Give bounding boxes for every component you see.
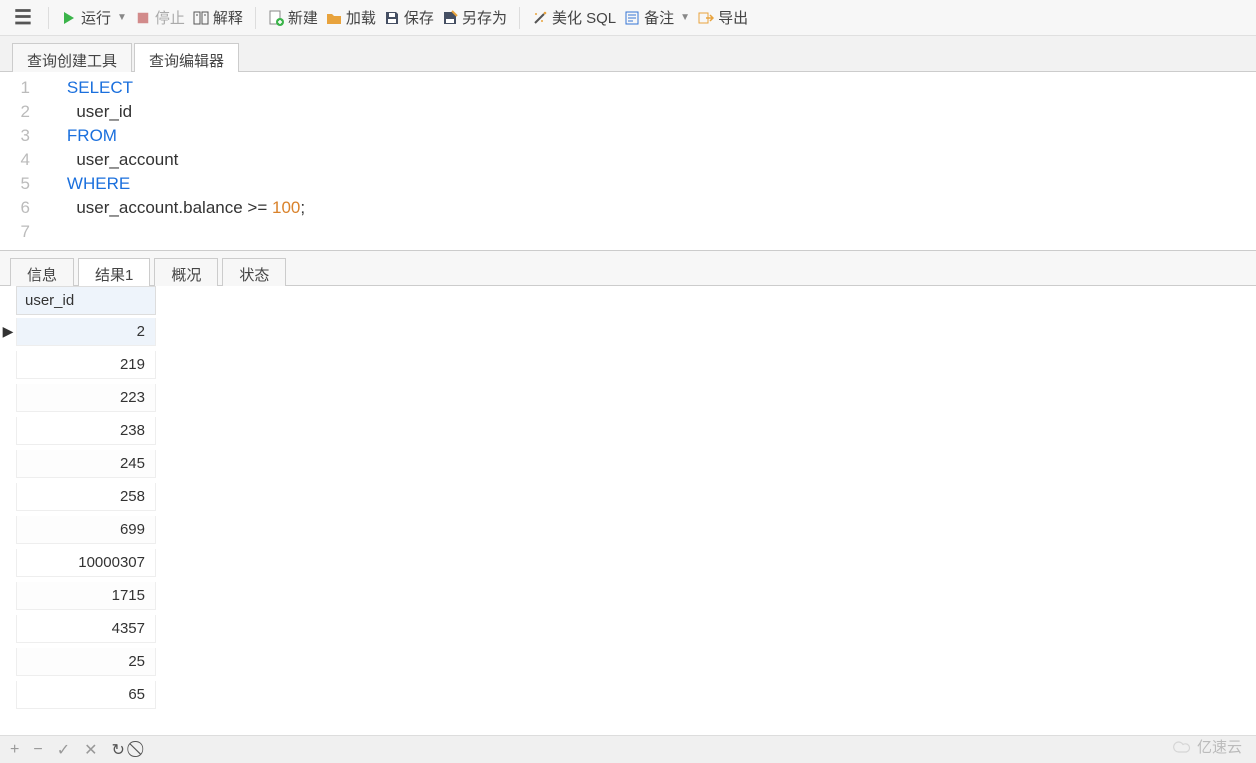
cell-user-id[interactable]: 219	[16, 351, 156, 379]
export-icon	[698, 10, 714, 26]
table-row[interactable]: 65	[0, 678, 1256, 711]
new-icon	[268, 10, 284, 26]
top-tabs: 查询创建工具 查询编辑器	[0, 36, 1256, 72]
grid-toolbar: + − ✓ ✕ ↻ ⃠	[0, 735, 1256, 763]
save-as-icon	[442, 10, 458, 26]
cell-user-id[interactable]: 1715	[16, 582, 156, 610]
notes-icon	[624, 10, 640, 26]
apply-icon[interactable]: ✓	[57, 740, 70, 760]
beautify-label: 美化 SQL	[552, 7, 616, 28]
tab-query-editor[interactable]: 查询编辑器	[134, 43, 239, 72]
save-icon	[384, 10, 400, 26]
table-row[interactable]: 699	[0, 513, 1256, 546]
table-row[interactable]: 1715	[0, 579, 1256, 612]
load-label: 加载	[346, 7, 376, 28]
table-row[interactable]: ▶2	[0, 315, 1256, 348]
caret-down-icon: ▼	[117, 12, 127, 23]
cancel-icon[interactable]: ✕	[84, 740, 97, 760]
tab-status[interactable]: 状态	[222, 258, 286, 286]
explain-icon	[193, 10, 209, 26]
cell-user-id[interactable]: 223	[16, 384, 156, 412]
cell-user-id[interactable]: 65	[16, 681, 156, 709]
table-row[interactable]: 245	[0, 447, 1256, 480]
column-header-user-id[interactable]: user_id	[16, 286, 156, 315]
explain-button[interactable]: 解释	[189, 5, 247, 30]
notes-button[interactable]: 备注 ▼	[620, 5, 694, 30]
stop-icon	[135, 10, 151, 26]
add-row-icon[interactable]: +	[10, 741, 19, 759]
cell-user-id[interactable]: 4357	[16, 615, 156, 643]
stop-button[interactable]: 停止	[131, 5, 189, 30]
wand-icon	[532, 10, 548, 26]
sql-editor[interactable]: 1 2 3 4 5 6 7 SELECT user_id FROM user_a…	[0, 72, 1256, 250]
explain-label: 解释	[213, 7, 243, 28]
beautify-button[interactable]: 美化 SQL	[528, 5, 620, 30]
save-label: 保存	[404, 7, 434, 28]
export-label: 导出	[718, 7, 748, 28]
new-button[interactable]: 新建	[264, 5, 322, 30]
line-gutter: 1 2 3 4 5 6 7	[0, 76, 48, 244]
cell-user-id[interactable]: 258	[16, 483, 156, 511]
table-row[interactable]: 238	[0, 414, 1256, 447]
table-row[interactable]: 258	[0, 480, 1256, 513]
table-row[interactable]: 10000307	[0, 546, 1256, 579]
cell-user-id[interactable]: 10000307	[16, 549, 156, 577]
save-as-label: 另存为	[462, 7, 507, 28]
bottom-tabs: 信息 结果1 概况 状态	[0, 250, 1256, 286]
cell-user-id[interactable]: 245	[16, 450, 156, 478]
tab-info[interactable]: 信息	[10, 258, 74, 286]
load-button[interactable]: 加载	[322, 5, 380, 30]
table-row[interactable]: 219	[0, 348, 1256, 381]
run-button[interactable]: 运行 ▼	[57, 5, 131, 30]
table-row[interactable]: 25	[0, 645, 1256, 678]
tab-profile[interactable]: 概况	[154, 258, 218, 286]
main-toolbar: ☰ 运行 ▼ 停止 解释 新建 加载 保存 另存为 美化 SQL 备注 ▼	[0, 0, 1256, 36]
delete-row-icon[interactable]: −	[33, 741, 42, 759]
cell-user-id[interactable]: 25	[16, 648, 156, 676]
table-row[interactable]: 4357	[0, 612, 1256, 645]
new-label: 新建	[288, 7, 318, 28]
watermark: 亿速云	[1173, 736, 1242, 757]
cell-user-id[interactable]: 238	[16, 417, 156, 445]
tab-query-builder[interactable]: 查询创建工具	[12, 43, 132, 72]
play-icon	[61, 10, 77, 26]
results-grid[interactable]: user_id ▶2 219 223 238 245 258 699 10000307 1715…	[0, 286, 1256, 711]
folder-icon	[326, 10, 342, 26]
cell-user-id[interactable]: 699	[16, 516, 156, 544]
table-row[interactable]: 223	[0, 381, 1256, 414]
tab-result1[interactable]: 结果1	[78, 258, 150, 286]
code-area[interactable]: SELECT user_id FROM user_account WHERE u…	[48, 76, 1256, 244]
save-button[interactable]: 保存	[380, 5, 438, 30]
cell-user-id[interactable]: 2	[16, 318, 156, 346]
caret-down-icon: ▼	[680, 12, 690, 23]
notes-label: 备注	[644, 7, 674, 28]
hamburger-icon[interactable]: ☰	[6, 5, 40, 30]
row-marker-icon: ▶	[0, 323, 16, 340]
run-label: 运行	[81, 7, 111, 28]
save-as-button[interactable]: 另存为	[438, 5, 511, 30]
export-button[interactable]: 导出	[694, 5, 752, 30]
stop-label: 停止	[155, 7, 185, 28]
refresh-icon[interactable]: ↻	[112, 740, 125, 760]
